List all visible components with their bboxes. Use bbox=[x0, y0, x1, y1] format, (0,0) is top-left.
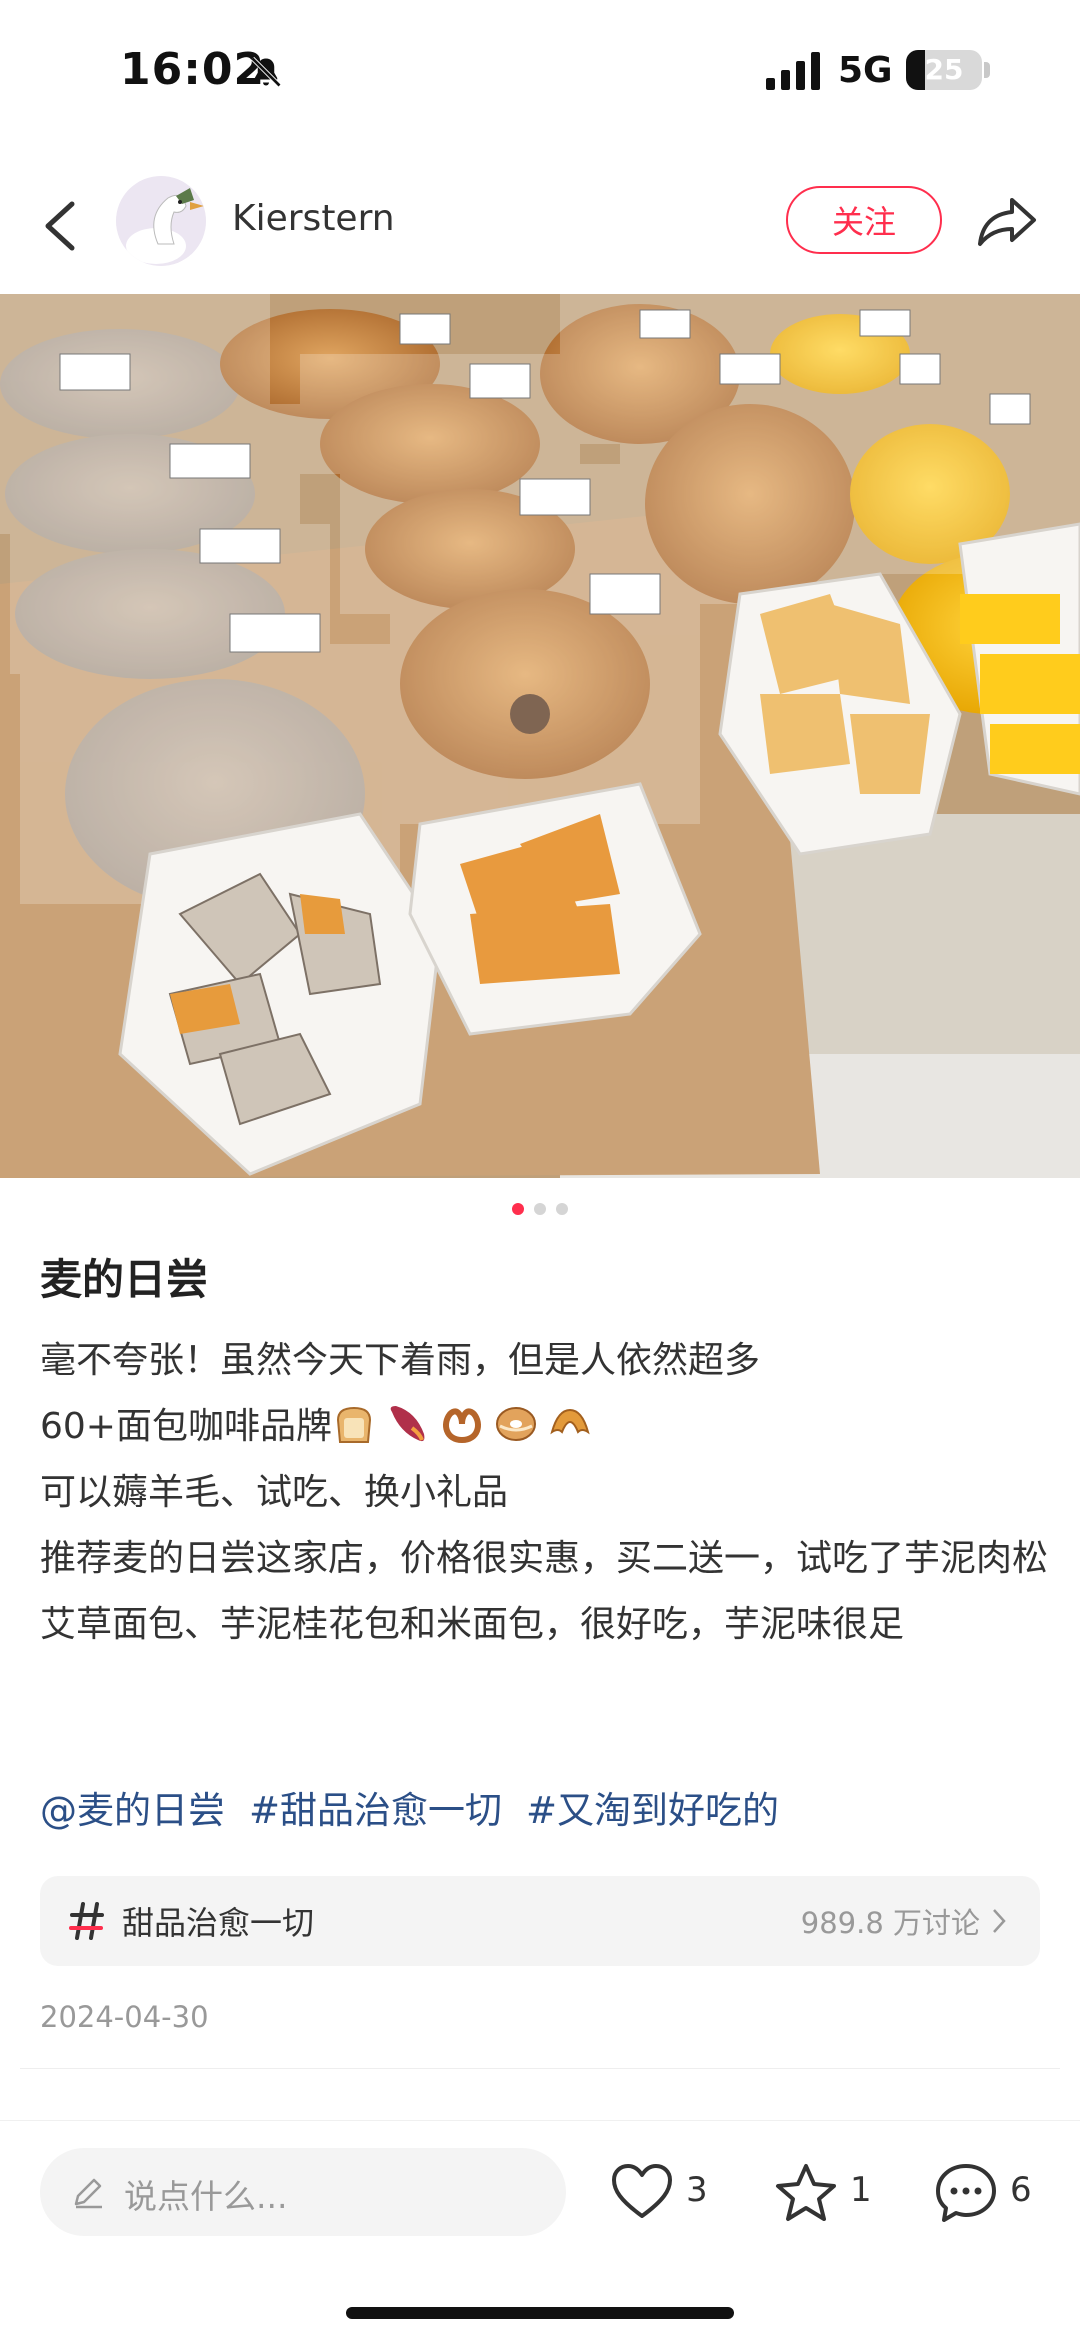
post-line: 推荐麦的日尝这家店，价格很实惠，买二送一，试吃了芋泥肉松艾草面包、芋泥桂花包和米… bbox=[40, 1538, 1049, 1645]
cellular-signal-icon bbox=[766, 52, 820, 90]
username[interactable]: Kierstern bbox=[232, 198, 395, 239]
hashtag-link[interactable]: #又淘到好吃的 bbox=[526, 1789, 779, 1832]
comment-input[interactable]: 说点什么... bbox=[40, 2148, 566, 2236]
topic-name: 甜品治愈一切 bbox=[122, 1904, 315, 1942]
post-photo[interactable] bbox=[0, 294, 1080, 1178]
back-arrow-icon[interactable] bbox=[36, 196, 84, 256]
post-line-with-emojis: 60+面包咖啡品牌 bbox=[40, 1394, 1050, 1460]
pretzel-emoji-icon bbox=[443, 1408, 481, 1444]
battery-icon: 25 bbox=[906, 50, 982, 90]
battery-level: 25 bbox=[924, 53, 964, 86]
battery-cap bbox=[984, 62, 990, 78]
post-line: 60+面包咖啡品牌 bbox=[40, 1406, 332, 1447]
star-icon bbox=[776, 2164, 836, 2221]
pager-dot bbox=[556, 1203, 568, 1215]
comment-count: 6 bbox=[1010, 2170, 1032, 2210]
bakery-photo-illustration bbox=[0, 294, 1080, 1178]
hashtag-icon bbox=[69, 1902, 104, 1940]
pencil-icon bbox=[74, 2178, 102, 2209]
heart-icon bbox=[612, 2164, 672, 2218]
goose-avatar-icon bbox=[116, 176, 206, 266]
sweet-potato-emoji-icon bbox=[390, 1406, 425, 1442]
bell-muted-icon bbox=[250, 56, 282, 88]
network-type: 5G bbox=[838, 50, 893, 91]
croissant-emoji-icon bbox=[550, 1408, 590, 1435]
collect-count: 1 bbox=[850, 2170, 872, 2210]
pager-dot-active bbox=[512, 1203, 524, 1215]
post-tags: @麦的日尝 #甜品治愈一切 #又淘到好吃的 bbox=[40, 1780, 803, 1834]
bagel-emoji-icon bbox=[495, 1407, 536, 1441]
follow-button[interactable]: 关注 bbox=[786, 186, 942, 254]
post-line: 可以薅羊毛、试吃、换小礼品 bbox=[40, 1472, 509, 1513]
comment-bubble-icon bbox=[936, 2164, 996, 2222]
like-count: 3 bbox=[686, 2170, 708, 2210]
divider bbox=[0, 2120, 1080, 2121]
mention-link[interactable]: @麦的日尝 bbox=[40, 1789, 225, 1832]
post-header: Kierstern 关注 bbox=[0, 160, 1080, 290]
post-date: 2024-04-30 bbox=[40, 2000, 209, 2034]
pager-dot bbox=[534, 1203, 546, 1215]
like-button[interactable]: 3 bbox=[610, 2154, 720, 2234]
post-body: 毫不夸张！虽然今天下着雨，但是人依然超多 60+面包咖啡品牌 可以薅羊毛、试吃、… bbox=[40, 1328, 1050, 1658]
status-time: 16:02 bbox=[120, 44, 266, 95]
comments-button[interactable]: 6 bbox=[934, 2154, 1044, 2234]
avatar[interactable] bbox=[116, 176, 206, 266]
bread-emoji-icon bbox=[336, 1406, 371, 1443]
divider bbox=[20, 2068, 1060, 2069]
comment-placeholder: 说点什么... bbox=[124, 2177, 288, 2216]
status-bar: 16:02 5G 25 bbox=[0, 0, 1080, 150]
topic-discussion-count: 989.8 万讨论 bbox=[800, 1906, 980, 1940]
hashtag-link[interactable]: #甜品治愈一切 bbox=[249, 1789, 502, 1832]
post-line: 毫不夸张！虽然今天下着雨，但是人依然超多 bbox=[40, 1340, 761, 1381]
photo-pager bbox=[0, 1200, 1080, 1219]
topic-card[interactable]: 甜品治愈一切 989.8 万讨论 bbox=[40, 1876, 1040, 1966]
post-title: 麦的日尝 bbox=[40, 1255, 209, 1304]
home-indicator[interactable] bbox=[346, 2307, 734, 2319]
collect-button[interactable]: 1 bbox=[774, 2154, 884, 2234]
chevron-right-icon bbox=[993, 1909, 1006, 1933]
share-icon[interactable] bbox=[976, 190, 1038, 252]
